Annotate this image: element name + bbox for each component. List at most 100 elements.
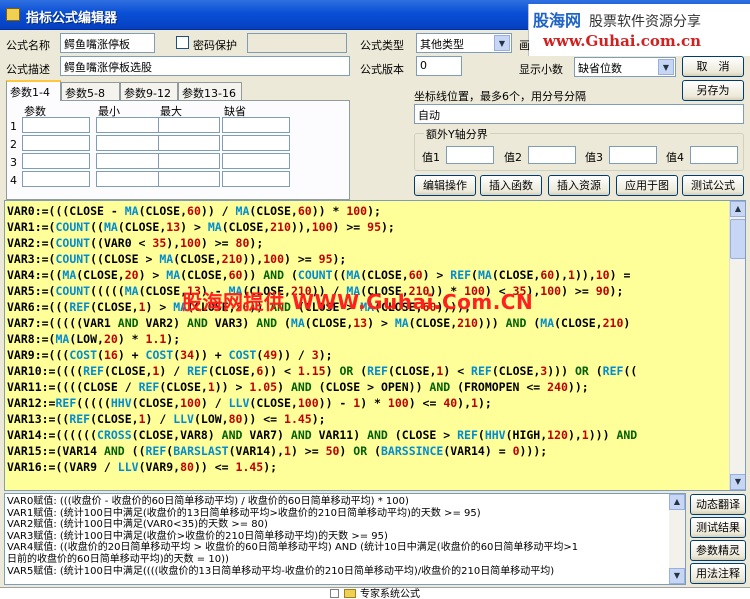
- tab-params-9-12[interactable]: 参数9-12: [120, 82, 178, 100]
- code-line: VAR2:=(COUNT((VAR0 < 35),100) >= 80);: [7, 236, 264, 250]
- param-default-cell[interactable]: [222, 153, 290, 169]
- param-max-cell[interactable]: [158, 153, 220, 169]
- test-result-button[interactable]: 测试结果: [690, 517, 746, 538]
- scroll-up-icon[interactable]: ▲: [730, 201, 745, 217]
- test-formula-button[interactable]: 测试公式: [682, 175, 744, 196]
- save-as-button[interactable]: 另存为: [682, 80, 744, 101]
- code-line: VAR14:=((((((CROSS(CLOSE,VAR8) AND VAR7)…: [7, 428, 638, 442]
- translation-output[interactable]: VAR0赋值: (((收盘价 - 收盘价的60日简单移动平均) / 收盘价的60…: [4, 493, 686, 585]
- output-scrollbar[interactable]: ▲ ▼: [669, 494, 685, 584]
- code-line: VAR11:=((((CLOSE / REF(CLOSE,1)) > 1.05)…: [7, 380, 589, 394]
- brand-url: www.Guhai.com.cn: [543, 32, 701, 50]
- code-line: VAR0:=(((CLOSE - MA(CLOSE,60)) / MA(CLOS…: [7, 204, 381, 218]
- param-default-cell[interactable]: [222, 135, 290, 151]
- translation-line: VAR2赋值: (统计100日中满足(VAR0<35)的天数 >= 80): [7, 519, 268, 531]
- param-name-cell[interactable]: [22, 135, 90, 151]
- tree-item-expert-system[interactable]: 专家系统公式: [360, 585, 420, 599]
- translation-line: VAR3赋值: (统计100日中满足(收盘价>收盘价的210日简单移动平均)的天…: [7, 530, 388, 542]
- param-row-number: 2: [10, 138, 17, 151]
- app-icon: [6, 8, 20, 21]
- value3-input[interactable]: [609, 146, 657, 164]
- formula-code-editor[interactable]: VAR0:=(((CLOSE - MA(CLOSE,60)) / MA(CLOS…: [4, 200, 746, 491]
- code-line: VAR12:=REF(((((HHV(CLOSE,100) / LLV(CLOS…: [7, 396, 492, 410]
- usage-notes-button[interactable]: 用法注释: [690, 563, 746, 584]
- code-line: VAR3:=(COUNT((CLOSE > MA(CLOSE,210)),100…: [7, 252, 347, 266]
- extra-y-axis-title: 额外Y轴分界: [424, 126, 490, 142]
- chevron-down-icon: ▼: [658, 59, 674, 75]
- tab-params-13-16[interactable]: 参数13-16: [178, 82, 242, 100]
- editor-scrollbar[interactable]: ▲ ▼: [729, 201, 745, 490]
- desc-label: 公式描述: [6, 63, 50, 76]
- param-row-number: 4: [10, 174, 17, 187]
- translation-line: VAR0赋值: (((收盘价 - 收盘价的60日简单移动平均) / 收盘价的60…: [7, 496, 409, 507]
- formula-code: VAR0:=(((CLOSE - MA(CLOSE,60)) / MA(CLOS…: [7, 203, 637, 475]
- param-default-cell[interactable]: [222, 117, 290, 133]
- dynamic-translate-button[interactable]: 动态翻译: [690, 494, 746, 515]
- insert-resource-button[interactable]: 插入资源: [548, 175, 610, 196]
- scroll-thumb[interactable]: [730, 219, 745, 259]
- version-input[interactable]: 0: [416, 56, 462, 76]
- scroll-up-icon[interactable]: ▲: [669, 494, 685, 510]
- password-checkbox[interactable]: [176, 36, 189, 49]
- param-row-number: 1: [10, 120, 17, 133]
- value4-label: 值4: [666, 151, 684, 164]
- param-name-cell[interactable]: [22, 153, 90, 169]
- edit-ops-button[interactable]: 编辑操作: [414, 175, 476, 196]
- code-line: VAR8:=(MA(LOW,20) * 1.1);: [7, 332, 181, 346]
- scroll-down-icon[interactable]: ▼: [730, 474, 745, 490]
- value4-input[interactable]: [690, 146, 738, 164]
- code-line: VAR15:=(VAR14 AND ((REF(BARSLAST(VAR14),…: [7, 444, 548, 458]
- param-default-cell[interactable]: [222, 171, 290, 187]
- code-line: VAR7:=(((((VAR1 AND VAR2) AND VAR3) AND …: [7, 316, 631, 330]
- param-name-cell[interactable]: [22, 171, 90, 187]
- decimals-value: 缺省位数: [578, 62, 622, 75]
- watermark: 股海网提供 WWW.Guhai.Com.CN: [182, 290, 534, 314]
- axis-label: 坐标线位置，最多6个，用分号分隔: [414, 90, 586, 103]
- formula-desc-input[interactable]: 鳄鱼嘴涨停板选股: [60, 56, 350, 76]
- draw-label: 画: [519, 39, 530, 52]
- code-line: VAR16:=((VAR9 / LLV(VAR9,80)) <= 1.45);: [7, 460, 278, 474]
- formula-name-input[interactable]: 鳄鱼嘴涨停板: [60, 33, 155, 53]
- brand-banner: 股海网 股票软件资源分享 www.Guhai.com.cn: [528, 4, 750, 56]
- folder-icon: [344, 589, 356, 598]
- param-wizard-button[interactable]: 参数精灵: [690, 540, 746, 561]
- param-max-cell[interactable]: [158, 135, 220, 151]
- apply-to-chart-button[interactable]: 应用于图: [616, 175, 678, 196]
- formula-type-select[interactable]: 其他类型 ▼: [416, 33, 512, 53]
- value3-label: 值3: [585, 151, 603, 164]
- code-line: VAR1:=(COUNT((MA(CLOSE,13) > MA(CLOSE,21…: [7, 220, 395, 234]
- code-line: VAR13:=((REF(CLOSE,1) / LLV(LOW,80)) <= …: [7, 412, 326, 426]
- value1-label: 值1: [422, 151, 440, 164]
- expand-icon[interactable]: [330, 589, 339, 598]
- value1-input[interactable]: [446, 146, 494, 164]
- name-label: 公式名称: [6, 39, 50, 52]
- param-min-cell[interactable]: [96, 135, 164, 151]
- param-max-cell[interactable]: [158, 171, 220, 187]
- code-line: VAR10:=((((REF(CLOSE,1) / REF(CLOSE,6)) …: [7, 364, 638, 378]
- param-min-cell[interactable]: [96, 171, 164, 187]
- param-min-cell[interactable]: [96, 117, 164, 133]
- param-row-number: 3: [10, 156, 17, 169]
- translation-line: VAR5赋值: (统计100日中满足((((收盘价的13日简单移动平均-收盘价的…: [7, 565, 555, 577]
- password-input[interactable]: [247, 33, 347, 53]
- cancel-button[interactable]: 取 消: [682, 56, 744, 77]
- decimals-select[interactable]: 缺省位数 ▼: [574, 57, 676, 77]
- tab-params-1-4[interactable]: 参数1-4: [6, 80, 61, 101]
- param-max-cell[interactable]: [158, 117, 220, 133]
- formula-type-value: 其他类型: [420, 38, 464, 51]
- axis-input[interactable]: 自动: [414, 104, 744, 124]
- translation-line: 日前的收盘价的60日简单移动平均)的天数 = 10)): [7, 553, 229, 565]
- scroll-down-icon[interactable]: ▼: [669, 568, 685, 584]
- value2-input[interactable]: [528, 146, 576, 164]
- code-line: VAR4:=((MA(CLOSE,20) > MA(CLOSE,60)) AND…: [7, 268, 631, 282]
- translation-line: VAR4赋值: ((收盘价的20日简单移动平均 > 收盘价的60日简单移动平均)…: [7, 542, 579, 554]
- param-name-cell[interactable]: [22, 117, 90, 133]
- type-label: 公式类型: [360, 39, 404, 52]
- tab-params-5-8[interactable]: 参数5-8: [61, 82, 120, 100]
- window-title: 指标公式编辑器: [26, 11, 118, 26]
- param-min-cell[interactable]: [96, 153, 164, 169]
- version-label: 公式版本: [360, 63, 404, 76]
- translation-text: VAR0赋值: (((收盘价 - 收盘价的60日简单移动平均) / 收盘价的60…: [7, 496, 578, 577]
- brand-name: 股海网 股票软件资源分享: [533, 11, 702, 30]
- insert-function-button[interactable]: 插入函数: [480, 175, 542, 196]
